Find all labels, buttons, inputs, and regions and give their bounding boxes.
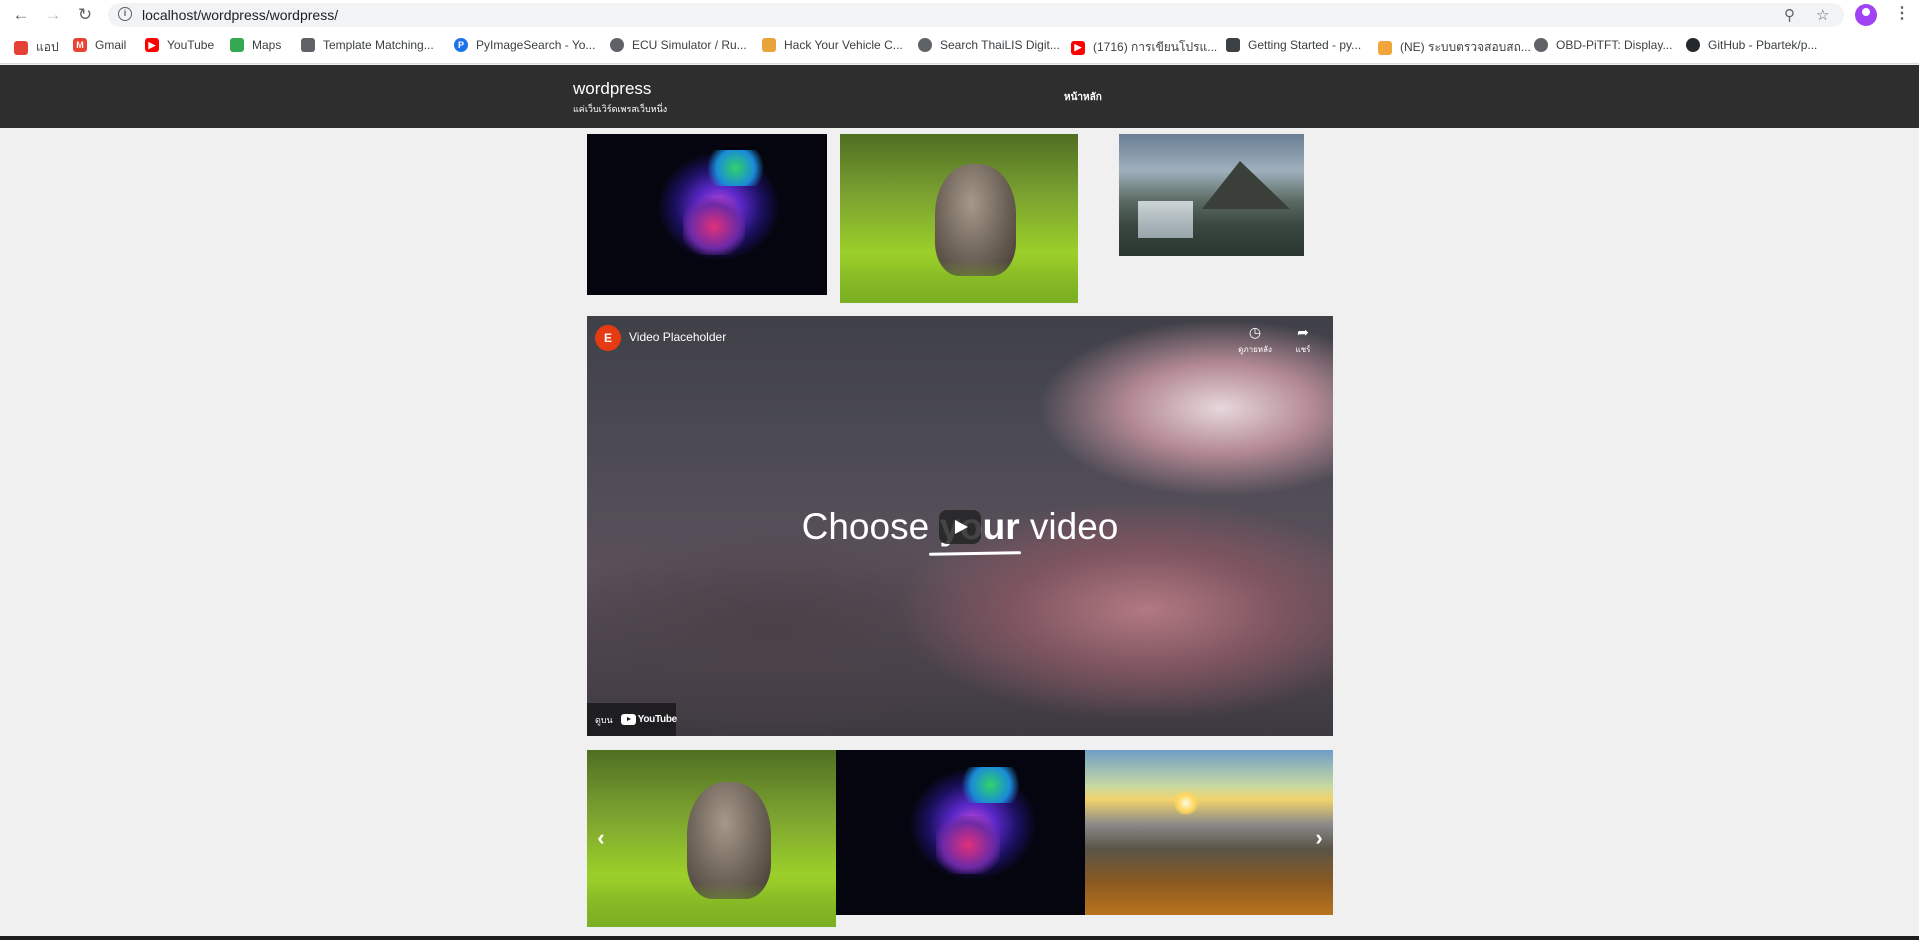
globe-icon <box>918 38 932 52</box>
elementor-logo-icon: E <box>595 325 621 351</box>
share-button[interactable]: ➦ แชร์ <box>1281 324 1325 356</box>
bookmark-youtube-programming[interactable]: ▶ (1716) การเขียนโปรแ... <box>1071 38 1217 57</box>
share-icon: ➦ <box>1297 324 1309 340</box>
bookmark-template-matching[interactable]: Template Matching... <box>301 38 434 52</box>
youtube-logo: YouTube <box>620 714 677 725</box>
reload-button[interactable]: ↻ <box>74 4 96 26</box>
url-text[interactable]: localhost/wordpress/wordpress/ <box>142 7 338 23</box>
pyimagesearch-icon: P <box>454 38 468 52</box>
browser-toolbar: ← → ↻ i localhost/wordpress/wordpress/ ⚲… <box>0 0 1919 30</box>
star-icon[interactable]: ☆ <box>1816 6 1829 24</box>
watch-later-button[interactable]: ◷ ดูภายหลัง <box>1233 324 1277 356</box>
youtube-play-icon <box>620 714 636 725</box>
reload-icon: ↻ <box>77 5 93 24</box>
globe-icon <box>610 38 624 52</box>
gallery-image-neon-face[interactable] <box>587 134 827 295</box>
nav-home-link[interactable]: หน้าหลัก <box>1064 90 1102 105</box>
carousel-slide-kitten[interactable] <box>587 750 836 927</box>
bookmark-github[interactable]: GitHub - Pbartek/p... <box>1686 38 1817 52</box>
gallery-image-waterfall-mountain[interactable] <box>1119 134 1304 256</box>
site-header: wordpress แค่เว็บเวิร์ดเพรสเว็บหนึ่ง หน้… <box>0 65 1919 128</box>
bookmark-thailis[interactable]: Search ThaiLIS Digit... <box>918 38 1060 52</box>
video-player[interactable]: E Video Placeholder ◷ ดูภายหลัง ➦ แชร์ C… <box>587 316 1333 736</box>
page-icon <box>301 38 315 52</box>
ne-icon <box>1378 40 1392 55</box>
zoom-icon[interactable]: ⚲ <box>1784 6 1795 24</box>
bookmark-youtube[interactable]: ▶ YouTube <box>145 38 214 52</box>
clock-icon: ◷ <box>1248 324 1262 340</box>
maps-icon <box>230 38 244 52</box>
menu-icon[interactable]: ⋮ <box>1894 3 1910 23</box>
bookmark-gmail[interactable]: M Gmail <box>73 38 126 52</box>
forward-arrow-icon: → <box>44 5 62 24</box>
carousel-next-arrow-icon[interactable]: › <box>1311 827 1327 849</box>
forward-button[interactable]: → <box>42 4 64 26</box>
carousel-slide-sunset-hills[interactable] <box>1085 750 1333 915</box>
bookmark-getting-started[interactable]: Getting Started - py... <box>1226 38 1361 52</box>
back-arrow-icon: ← <box>12 5 30 24</box>
gallery-image-kitten[interactable] <box>840 134 1078 303</box>
back-button[interactable]: ← <box>10 4 32 26</box>
github-icon <box>1686 38 1700 52</box>
bookmark-apps[interactable]: แอป <box>14 38 59 57</box>
bookmark-obd-pitft[interactable]: OBD-PiTFT: Display... <box>1534 38 1672 52</box>
headline-underline <box>928 551 1022 556</box>
address-bar[interactable]: i localhost/wordpress/wordpress/ ⚲ ☆ <box>108 3 1844 27</box>
gmail-icon: M <box>73 38 87 52</box>
youtube-icon: ▶ <box>1071 40 1085 55</box>
profile-avatar[interactable] <box>1855 4 1877 26</box>
carousel-prev-arrow-icon[interactable]: ‹ <box>593 827 609 849</box>
bookmark-pyimagesearch[interactable]: P PyImageSearch - Yo... <box>454 38 595 52</box>
info-icon[interactable]: i <box>118 7 132 21</box>
play-button[interactable] <box>939 510 981 544</box>
youtube-icon: ▶ <box>145 38 159 52</box>
globe-icon <box>1534 38 1548 52</box>
image-carousel: ‹ › <box>587 750 1333 927</box>
page-bottom-divider <box>0 936 1919 940</box>
book-icon <box>1226 38 1240 52</box>
bookmark-maps[interactable]: Maps <box>230 38 281 52</box>
watch-on-youtube-button[interactable]: ดูบน YouTube <box>587 703 677 736</box>
site-title[interactable]: wordpress <box>573 79 651 99</box>
video-title[interactable]: Video Placeholder <box>629 330 726 344</box>
carousel-slide-neon-face[interactable] <box>836 750 1085 915</box>
site-tagline: แค่เว็บเวิร์ดเพรสเว็บหนึ่ง <box>573 104 668 114</box>
bookmark-hack-your-vehicle[interactable]: Hack Your Vehicle C... <box>762 38 903 52</box>
apps-icon <box>14 40 28 55</box>
bookmark-ne-system[interactable]: (NE) ระบบตรวจสอบสถ... <box>1378 38 1531 57</box>
bookmark-ecu-simulator[interactable]: ECU Simulator / Ru... <box>610 38 747 52</box>
bookmarks-bar: แอป M Gmail ▶ YouTube Maps Template Matchi… <box>0 30 1919 64</box>
hack-icon <box>762 38 776 52</box>
